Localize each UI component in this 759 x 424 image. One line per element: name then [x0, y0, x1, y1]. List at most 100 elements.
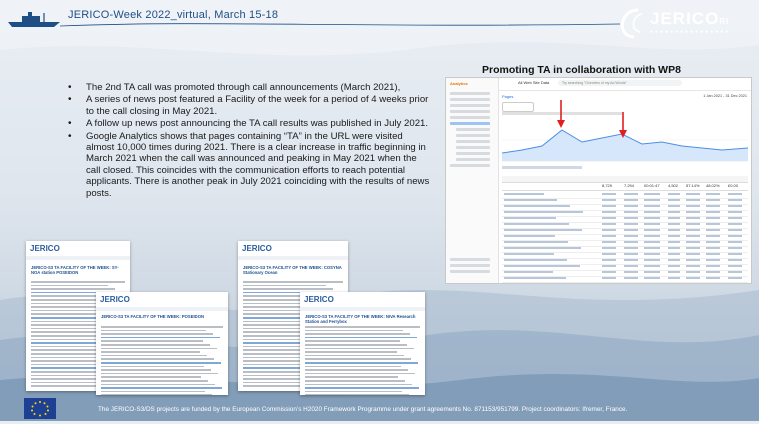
ga-table-cell	[686, 265, 700, 268]
ga-nav-item-active[interactable]	[450, 122, 490, 125]
ga-table-cell	[686, 205, 700, 208]
ga-table-cell	[624, 211, 638, 214]
ga-nav-subitem[interactable]	[456, 140, 490, 143]
ga-table-cell	[602, 271, 616, 274]
ga-table-cell	[602, 235, 616, 238]
ga-table-cell	[504, 265, 580, 268]
ga-table-cell	[728, 259, 742, 262]
ga-table-cell	[706, 193, 720, 196]
ga-nav-item[interactable]	[450, 270, 490, 273]
google-analytics-screenshot: Analytics All Web Site Data Try searchin…	[445, 77, 752, 284]
ga-nav-subitem[interactable]	[456, 152, 490, 155]
ga-table-cell	[504, 247, 581, 250]
ga-table-cell	[686, 229, 700, 232]
doc-text-line	[101, 351, 200, 353]
ga-table-cell	[668, 199, 680, 202]
header-title: JERICO-Week 2022_virtual, March 15-18	[68, 9, 279, 21]
ga-table-cell	[728, 229, 742, 232]
eu-flag-icon	[24, 398, 56, 419]
header-bar: JERICO-Week 2022_virtual, March 15-18 JE…	[0, 0, 759, 46]
ga-dimension-tabs[interactable]	[502, 166, 582, 169]
doc-text-line	[31, 281, 125, 283]
ga-table-cell	[706, 223, 720, 226]
doc-text-line	[101, 354, 207, 357]
ga-table-cell	[686, 253, 700, 256]
doc-text-line	[305, 380, 405, 382]
ga-table-cell	[602, 205, 616, 208]
ga-table-cell	[686, 217, 700, 220]
ga-nav-item[interactable]	[450, 98, 490, 101]
ga-table-cell	[602, 241, 616, 244]
ga-table-cell	[706, 247, 720, 250]
ga-table-row[interactable]	[502, 276, 748, 283]
ga-table-cell	[728, 199, 742, 202]
news-post-screenshot: JERICO JERICO-S3 TA FACILITY OF THE WEEK…	[96, 292, 228, 395]
ga-topbar: All Web Site Data Try searching "Overvie…	[498, 78, 751, 91]
ga-nav-subitem[interactable]	[456, 134, 490, 137]
ga-table-cell	[644, 229, 660, 232]
ga-table-cell	[668, 259, 680, 262]
ga-table-cell	[668, 205, 680, 208]
ga-table-cell	[686, 199, 700, 202]
ga-date-range[interactable]: 1 Jan 2021 - 31 Dec 2021	[703, 94, 747, 98]
ga-table-cell	[668, 235, 680, 238]
doc-title: JERICO-S3 TA FACILITY OF THE WEEK: SY-NO…	[31, 265, 119, 275]
ga-nav-item[interactable]	[450, 258, 490, 261]
ga-table-cell	[686, 259, 700, 262]
ga-table-cell	[668, 193, 680, 196]
ga-table-summary: 8,729 7,294 00:01:47 4,502 57.14% 48.02%…	[502, 182, 748, 191]
ga-table-cell	[706, 277, 720, 280]
doc-text-line	[31, 295, 105, 297]
bullet-item: Google Analytics shows that pages contai…	[64, 131, 432, 199]
bullet-item: A follow up news post announcing the TA …	[64, 118, 432, 130]
ga-table-cell	[706, 205, 720, 208]
ga-nav-item[interactable]	[450, 104, 490, 107]
doc-text-line	[243, 281, 343, 283]
doc-navbar	[238, 256, 348, 260]
ga-table-cell	[602, 193, 616, 196]
ga-table-cell	[706, 271, 720, 274]
ga-table-cell	[644, 193, 660, 196]
doc-title: JERICO-S3 TA FACILITY OF THE WEEK: POSEI…	[101, 314, 204, 319]
ga-table-cell	[504, 235, 555, 238]
ga-table-cell	[728, 223, 742, 226]
doc-text-line	[305, 336, 417, 339]
doc-navbar	[26, 256, 130, 260]
doc-text-line	[101, 336, 220, 339]
ga-table-cell	[644, 271, 660, 274]
doc-navbar	[300, 307, 425, 311]
ga-table-cell	[706, 211, 720, 214]
ga-segment-chip[interactable]	[502, 102, 534, 112]
ga-nav-item[interactable]	[450, 164, 490, 167]
ga-nav-item[interactable]	[450, 92, 490, 95]
doc-text-line	[101, 380, 208, 382]
ga-table-cell	[728, 217, 742, 220]
research-vessel-icon	[8, 12, 60, 27]
doc-text-line	[101, 326, 223, 328]
ga-table-cell	[644, 235, 660, 238]
doc-text-line	[305, 376, 398, 378]
ga-table-cell	[668, 229, 680, 232]
ga-nav-subitem[interactable]	[456, 146, 490, 149]
ga-nav-item[interactable]	[450, 110, 490, 113]
ga-table-cell	[602, 265, 616, 268]
ga-table-cell	[504, 223, 569, 226]
doc-text-line	[243, 288, 333, 290]
ga-nav-subitem[interactable]	[456, 128, 490, 131]
doc-text-line	[101, 372, 218, 375]
ga-table-cell	[624, 217, 638, 220]
ga-table-cell	[602, 277, 616, 280]
ga-nav-item[interactable]	[450, 264, 490, 267]
ga-nav-subitem[interactable]	[456, 158, 490, 161]
ga-table-cell	[686, 223, 700, 226]
ga-account-selector[interactable]: All Web Site Data	[518, 80, 549, 85]
doc-text-line	[31, 356, 104, 359]
ga-search-input[interactable]: Try searching "Overview of my Ad Words"	[558, 80, 682, 86]
ga-table-cell	[504, 271, 553, 274]
ga-table-cell	[624, 253, 638, 256]
ga-table-cell	[728, 247, 742, 250]
doc-text-line	[305, 387, 419, 389]
ga-table-cell	[504, 253, 554, 256]
section-title: Promoting TA in collaboration with WP8	[482, 64, 681, 76]
ga-nav-item[interactable]	[450, 116, 490, 119]
